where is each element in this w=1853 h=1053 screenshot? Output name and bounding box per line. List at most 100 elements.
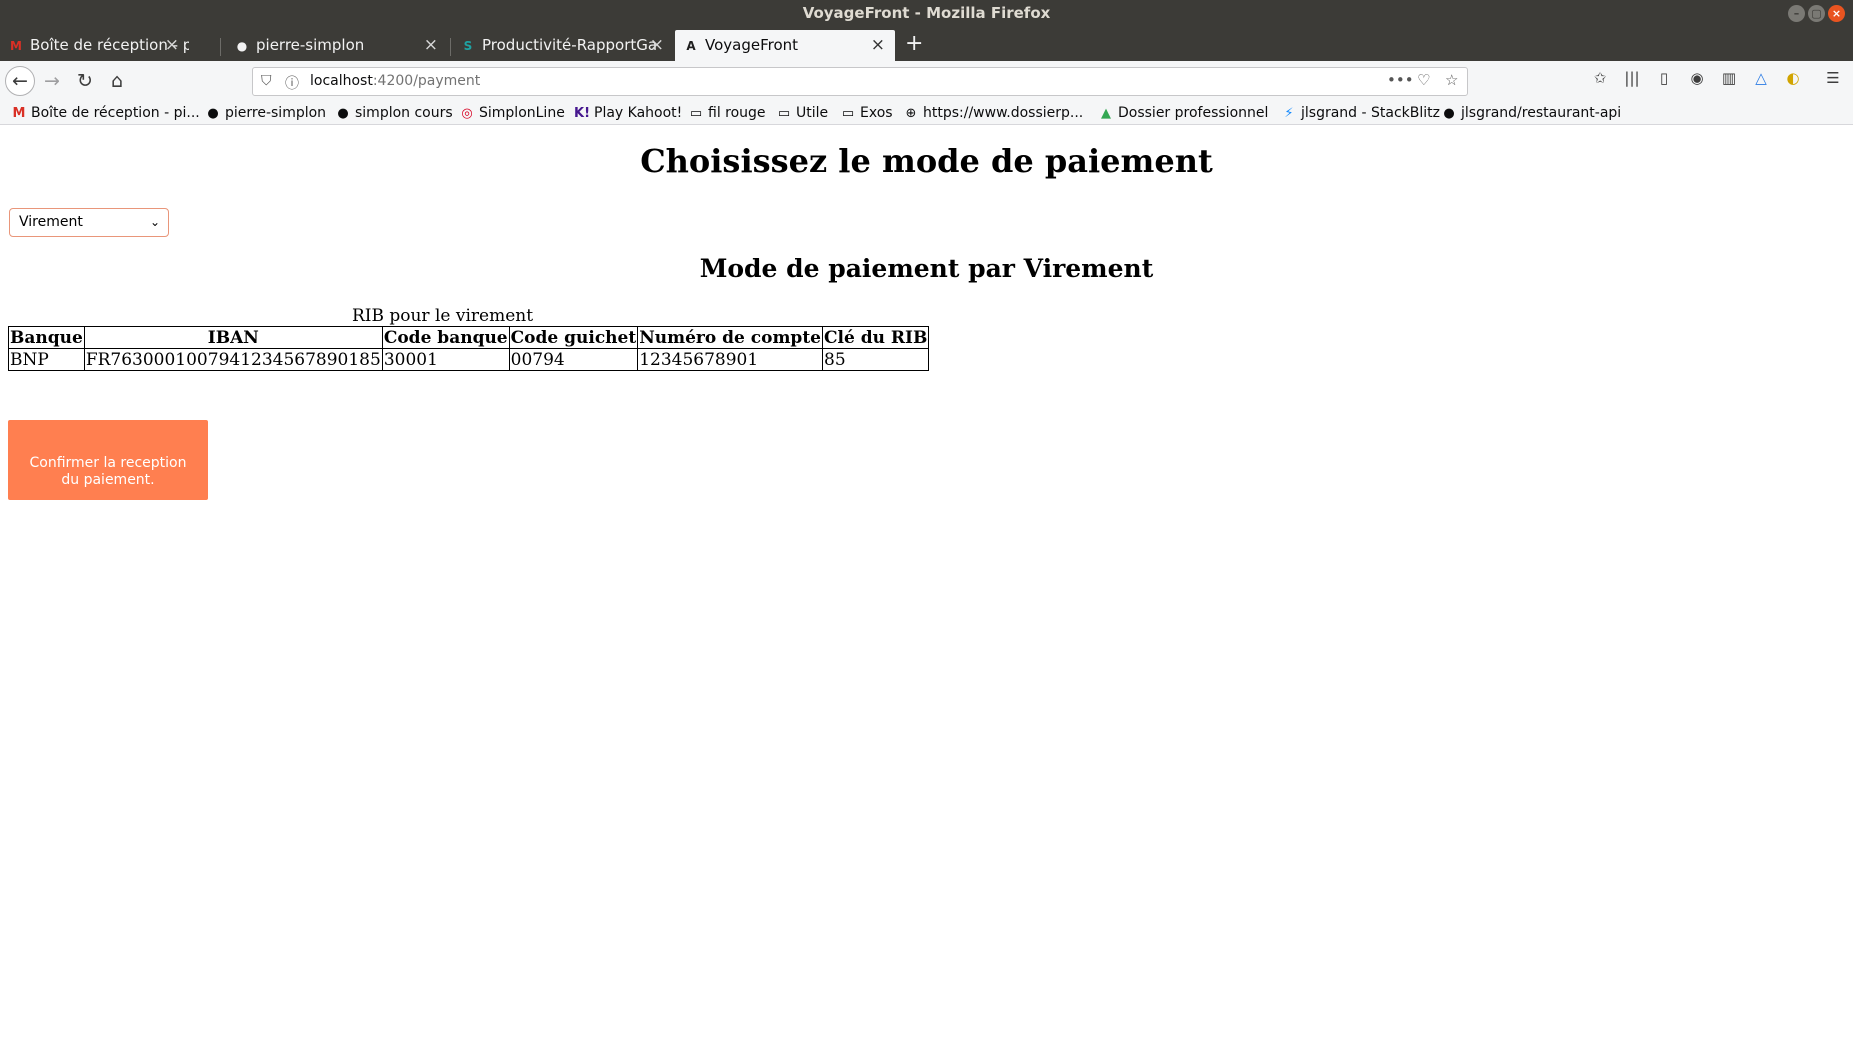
section-title: Mode de paiement par Virement [699, 254, 1154, 283]
url-host: localhost [310, 73, 373, 89]
column-header: Numéro de compte [637, 326, 823, 349]
window-title: VoyageFront - Mozilla Firefox [802, 4, 1051, 22]
column-header: Code banque [381, 326, 510, 349]
gmail-icon: M [12, 106, 26, 121]
window-titlebar: VoyageFront - Mozilla Firefox – ▢ × [0, 0, 1853, 27]
account-icon[interactable]: ◉ [1687, 68, 1707, 88]
tab-voyagefront[interactable]: A VoyageFront × [675, 30, 895, 61]
back-button[interactable]: ← [5, 66, 35, 96]
column-header: Clé du RIB [821, 326, 930, 349]
bookmark-label: Utile [796, 105, 829, 121]
navigation-toolbar: ← → ↻ ⌂ ⛉ ⓘ localhost:4200/payment ••• ♡… [0, 61, 1853, 101]
tab-divider [450, 38, 451, 56]
confirm-payment-button[interactable]: Confirmer la reception du paiement. [8, 420, 208, 500]
folder-icon: ▭ [689, 106, 703, 121]
column-header: Code guichet [508, 326, 639, 349]
tab-strip: M Boîte de réception - pierre × ● pierre… [0, 27, 1853, 61]
folder-icon: ▭ [777, 106, 791, 121]
bookmark-star-icon[interactable]: ☆ [1445, 71, 1458, 89]
window-controls: – ▢ × [1788, 5, 1845, 22]
bookmarks-toolbar: M Boîte de réception - pi... ● pierre-simp… [0, 101, 1853, 125]
bookmark-dossierpro-url[interactable]: ⊕ https://www.dossierp... [903, 101, 1084, 125]
bookmark-label: https://www.dossierp... [923, 105, 1084, 121]
bookmark-label: Play Kahoot! [594, 105, 683, 121]
bookmark-restaurant-api[interactable]: ● jlsgrand/restaurant-api [1441, 101, 1621, 125]
bookmark-label: Dossier professionnel [1118, 105, 1269, 121]
tab-github[interactable]: ● pierre-simplon × [226, 30, 448, 61]
bookmark-folder-fil-rouge[interactable]: ▭ fil rouge [688, 101, 766, 125]
close-window-button[interactable]: × [1828, 5, 1845, 22]
bookmark-simplon-cours[interactable]: ● simplon cours [335, 101, 453, 125]
table-row: BNP FR7630001007941234567890185 30001 00… [8, 348, 930, 371]
url-path: :4200/payment [372, 73, 481, 89]
table-cell: 85 [821, 348, 930, 371]
sidebar-icon[interactable]: ▯ [1654, 68, 1674, 88]
close-tab-icon[interactable]: × [424, 30, 438, 61]
simplon-s-icon: S [463, 39, 473, 53]
close-tab-icon[interactable]: × [165, 30, 179, 61]
maximize-button[interactable]: ▢ [1808, 5, 1825, 22]
bookmark-folder-utile[interactable]: ▭ Utile [776, 101, 828, 125]
chevron-down-icon: ⌄ [149, 215, 160, 229]
table-cell: 12345678901 [637, 348, 823, 371]
tab-gmail[interactable]: M Boîte de réception - pierre × [0, 30, 189, 61]
table-header-row: Banque IBAN Code banque Code guichet Num… [8, 326, 930, 349]
tab-label: Productivité-RapportGal [482, 36, 657, 54]
bookmark-folder-exos[interactable]: ▭ Exos [840, 101, 893, 125]
bookmark-simplonline[interactable]: ◎ SimplonLine [459, 101, 565, 125]
tracking-shield-icon[interactable]: ⛉ [261, 73, 272, 89]
bookmark-pierre-simplon[interactable]: ● pierre-simplon [205, 101, 326, 125]
library-icon[interactable]: ||| [1622, 68, 1642, 88]
tab-label: pierre-simplon [256, 36, 365, 54]
bookmark-label: simplon cours [355, 105, 453, 121]
github-icon: ● [1443, 106, 1455, 121]
extension-icon[interactable]: ▥ [1719, 68, 1739, 88]
new-tab-button[interactable]: + [905, 30, 923, 58]
payment-mode-value: Virement [19, 214, 83, 230]
extension-moon-icon[interactable]: ◐ [1783, 68, 1803, 88]
close-tab-icon[interactable]: × [650, 30, 664, 61]
stackblitz-icon: ⚡ [1284, 106, 1294, 121]
google-drive-icon: ▲ [1101, 106, 1111, 121]
reload-button[interactable]: ↻ [70, 66, 100, 96]
bookmark-label: Boîte de réception - pi... [31, 105, 200, 121]
payment-mode-select[interactable]: Virement ⌄ [9, 208, 169, 237]
github-icon: ● [337, 106, 349, 121]
tab-productivite[interactable]: S Productivité-RapportGal × [452, 30, 674, 61]
bookmark-label: SimplonLine [479, 105, 565, 121]
bookmark-gmail[interactable]: M Boîte de réception - pi... [11, 101, 200, 125]
bookmark-label: fil rouge [708, 105, 766, 121]
table-cell: 30001 [381, 348, 510, 371]
page-actions-icon[interactable]: ••• [1387, 71, 1414, 89]
menu-icon[interactable]: ☰ [1823, 68, 1843, 88]
close-tab-icon[interactable]: × [871, 30, 885, 61]
table-cell: 00794 [508, 348, 639, 371]
bookmark-label: Exos [860, 105, 893, 121]
table-caption: RIB pour le virement [351, 306, 534, 326]
bookmark-label: jlsgrand/restaurant-api [1461, 105, 1622, 121]
bookmark-kahoot[interactable]: K! Play Kahoot! [574, 101, 682, 125]
angular-icon: A [686, 39, 696, 53]
pocket-icon[interactable]: ♡ [1417, 71, 1430, 89]
table-cell: BNP [8, 348, 85, 371]
bookmark-label: pierre-simplon [225, 105, 327, 121]
tab-divider [220, 38, 221, 56]
url-bar[interactable]: ⛉ ⓘ localhost:4200/payment ••• ♡ ☆ [252, 67, 1468, 96]
bookmarks-menu-icon[interactable]: ✩ [1590, 68, 1610, 88]
gmail-icon: M [10, 39, 22, 53]
url-text[interactable]: localhost:4200/payment [310, 68, 480, 95]
github-icon: ● [207, 106, 219, 121]
site-info-icon[interactable]: ⓘ [285, 73, 299, 93]
bookmark-dossier-professionnel[interactable]: ▲ Dossier professionnel [1098, 101, 1268, 125]
bookmark-stackblitz[interactable]: ⚡ jlsgrand - StackBlitz [1281, 101, 1440, 125]
folder-icon: ▭ [841, 106, 855, 121]
forward-button[interactable]: → [37, 66, 67, 96]
rib-table: Banque IBAN Code banque Code guichet Num… [8, 326, 930, 371]
page-content: Choisissez le mode de paiement Virement … [0, 126, 1853, 1053]
minimize-button[interactable]: – [1788, 5, 1805, 22]
home-button[interactable]: ⌂ [102, 66, 132, 96]
drive-extension-icon[interactable]: △ [1751, 68, 1771, 88]
kahoot-icon: K! [574, 106, 591, 121]
bookmark-label: jlsgrand - StackBlitz [1301, 105, 1440, 121]
globe-icon: ⊕ [905, 106, 917, 121]
